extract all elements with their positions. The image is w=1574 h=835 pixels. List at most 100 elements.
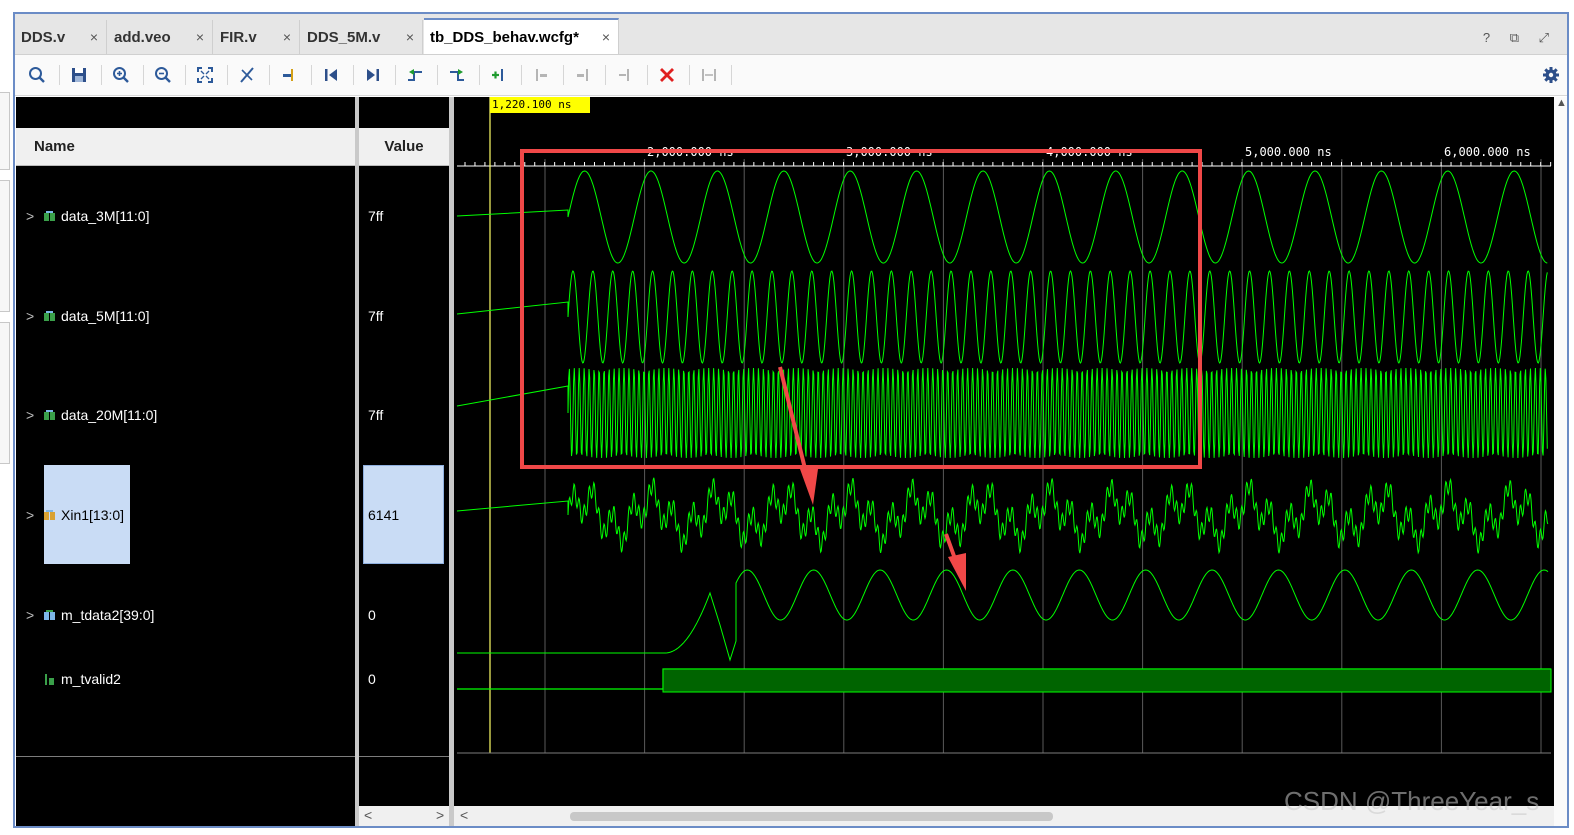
- signal-row-xin1[interactable]: > Xin1[13:0]: [16, 500, 355, 530]
- signal-row-m-tvalid2[interactable]: m_tvalid2: [16, 664, 355, 694]
- bus-icon: [44, 409, 55, 420]
- swap-cursors-icon[interactable]: [613, 63, 637, 87]
- gutter-tab[interactable]: [0, 180, 10, 312]
- waveform-canvas[interactable]: 2,000.000 ns 3,000.000 ns 4,000.000 ns 5…: [454, 97, 1554, 826]
- goto-cursor-icon[interactable]: [277, 63, 301, 87]
- signal-row-m-tdata2[interactable]: > m_tdata2[39:0]: [16, 600, 355, 630]
- go-first-icon[interactable]: [319, 63, 343, 87]
- zoom-fit-icon[interactable]: [193, 63, 217, 87]
- tab-tb-dds-behav-wcfg[interactable]: tb_DDS_behav.wcfg* ×: [424, 18, 619, 54]
- gutter-tab[interactable]: [0, 92, 10, 170]
- next-transition-icon[interactable]: [445, 63, 469, 87]
- waveform-data-5m: [456, 270, 1548, 364]
- cursor-time-label[interactable]: 1,220.100 ns: [490, 97, 590, 113]
- signal-value: 7ff: [368, 407, 384, 423]
- tab-dds-v[interactable]: DDS.v ×: [15, 20, 107, 54]
- time-label-6000: 6,000.000 ns: [1444, 145, 1531, 159]
- tab-label: add.veo: [114, 28, 171, 46]
- signal-value: 7ff: [368, 208, 384, 224]
- prev-transition-icon[interactable]: [403, 63, 427, 87]
- value-hscrollbar[interactable]: < >: [359, 806, 449, 826]
- bus-icon: [44, 609, 55, 620]
- tab-label: DDS.v: [21, 28, 66, 46]
- scroll-left-icon[interactable]: <: [364, 807, 372, 823]
- close-icon[interactable]: ×: [196, 29, 204, 45]
- delete-marker-icon[interactable]: [655, 63, 679, 87]
- bit-icon: [45, 673, 54, 685]
- waveform-data-20m: [456, 367, 1548, 459]
- waveform-m-tvalid2-high: [662, 668, 1552, 693]
- value-row-m-tvalid2[interactable]: 0: [359, 664, 449, 694]
- waveform-m-tdata2: [457, 569, 1549, 662]
- prev-marker-icon[interactable]: [529, 63, 553, 87]
- signal-name: m_tdata2[39:0]: [61, 607, 155, 623]
- signal-row-data-3m[interactable]: > data_3M[11:0]: [16, 201, 355, 231]
- watermark: CSDN @ThreeYear_s: [1284, 786, 1540, 816]
- signal-name: m_tvalid2: [61, 671, 121, 687]
- window-controls[interactable]: ? ⧉ ⤢: [1483, 30, 1557, 46]
- chevron-right-icon[interactable]: >: [26, 208, 34, 224]
- value-row-data-5m[interactable]: 7ff: [359, 301, 449, 331]
- bus-icon: [44, 509, 55, 520]
- time-grid: [544, 159, 1542, 753]
- close-icon[interactable]: ×: [90, 29, 98, 45]
- value-row-data-20m[interactable]: 7ff: [359, 400, 449, 430]
- name-column-header[interactable]: Name: [16, 128, 355, 166]
- time-ticks: [464, 162, 1552, 166]
- waveform-window: DDS.v × add.veo × FIR.v × DDS_5M.v × tb_…: [0, 0, 1574, 835]
- signal-name: data_3M[11:0]: [61, 208, 150, 224]
- waveform-xin1: [456, 477, 1549, 555]
- search-icon[interactable]: [25, 63, 49, 87]
- signal-value: 0: [368, 671, 376, 687]
- close-icon[interactable]: ×: [406, 29, 414, 45]
- row-divider: [359, 756, 449, 757]
- marker-range-icon[interactable]: [697, 63, 721, 87]
- bus-icon: [44, 210, 55, 221]
- signal-row-data-5m[interactable]: > data_5M[11:0]: [16, 301, 355, 331]
- signal-name: data_20M[11:0]: [61, 407, 158, 423]
- row-divider: [16, 756, 355, 757]
- scroll-right-icon[interactable]: >: [436, 807, 444, 823]
- gutter-tab[interactable]: [0, 322, 10, 464]
- scroll-up-icon[interactable]: ▲: [1556, 97, 1567, 109]
- tab-add-veo[interactable]: add.veo ×: [108, 20, 213, 54]
- left-gutter: [0, 0, 12, 835]
- bus-icon: [44, 310, 55, 321]
- signal-row-data-20m[interactable]: > data_20M[11:0]: [16, 400, 355, 430]
- signal-value: 6141: [368, 507, 400, 523]
- chevron-right-icon[interactable]: >: [26, 607, 34, 623]
- tab-fir-v[interactable]: FIR.v ×: [214, 20, 300, 54]
- close-icon[interactable]: ×: [283, 29, 291, 45]
- zoom-in-icon[interactable]: [109, 63, 133, 87]
- waveform-toolbar: [15, 55, 1567, 96]
- waveform-data-3m: [456, 170, 1548, 264]
- value-row-m-tdata2[interactable]: 0: [359, 600, 449, 630]
- tab-label: FIR.v: [220, 28, 257, 46]
- signal-name: Xin1[13:0]: [61, 507, 125, 523]
- wave-vscrollbar[interactable]: ▲: [1554, 97, 1567, 826]
- tab-label: DDS_5M.v: [307, 28, 381, 46]
- time-label-5000: 5,000.000 ns: [1245, 145, 1332, 159]
- value-row-xin1[interactable]: 6141: [359, 500, 449, 530]
- close-icon[interactable]: ×: [602, 29, 610, 45]
- go-last-icon[interactable]: [361, 63, 385, 87]
- settings-icon[interactable]: [1539, 63, 1563, 87]
- save-icon[interactable]: [67, 63, 91, 87]
- zoom-out-icon[interactable]: [151, 63, 175, 87]
- cursor-snap-icon[interactable]: [235, 63, 259, 87]
- signal-value: 7ff: [368, 308, 384, 324]
- chevron-right-icon[interactable]: >: [26, 308, 34, 324]
- value-column-header[interactable]: Value: [359, 128, 449, 166]
- tab-bar: DDS.v × add.veo × FIR.v × DDS_5M.v × tb_…: [15, 14, 1567, 55]
- tab-dds-5m-v[interactable]: DDS_5M.v ×: [301, 20, 423, 54]
- annotation-arrow: [800, 469, 818, 505]
- value-row-data-3m[interactable]: 7ff: [359, 201, 449, 231]
- tab-label: tb_DDS_behav.wcfg*: [430, 28, 579, 46]
- scroll-left-icon[interactable]: <: [460, 807, 468, 823]
- chevron-right-icon[interactable]: >: [26, 407, 34, 423]
- signal-name: data_5M[11:0]: [61, 308, 150, 324]
- scroll-thumb[interactable]: [570, 812, 1053, 821]
- next-marker-icon[interactable]: [571, 63, 595, 87]
- chevron-right-icon[interactable]: >: [26, 507, 34, 523]
- add-marker-icon[interactable]: [487, 63, 511, 87]
